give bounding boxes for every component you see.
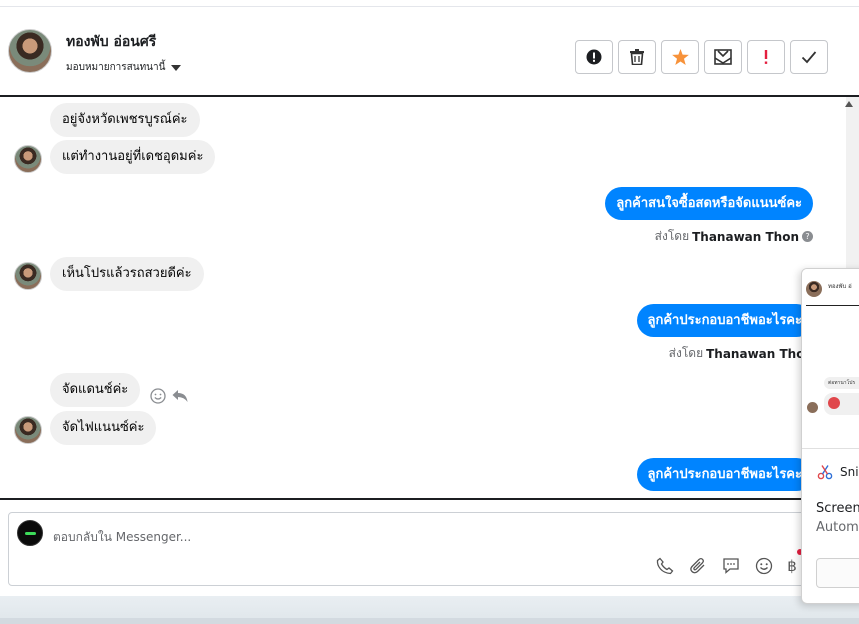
- message-bubble-outgoing[interactable]: ลูกค้าสนใจซื้อสดหรือจัดแนนซ์คะ: [605, 187, 813, 220]
- sent-by-label: ส่งโดย Thanawan Thon ?: [655, 227, 813, 246]
- message-bubble-incoming[interactable]: จัดแดนช์ค่ะ: [50, 373, 141, 407]
- mail-icon: [714, 49, 732, 65]
- mark-spam-button[interactable]: [575, 40, 613, 74]
- composer-actions: ฿: [654, 555, 798, 577]
- reply-composer[interactable]: ตอบกลับใน Messenger... ฿: [8, 512, 818, 586]
- scissors-icon: [817, 465, 833, 480]
- message-actions: [150, 388, 188, 404]
- missed-call-icon: [828, 397, 840, 409]
- message-bubble-incoming[interactable]: แต่ทำงานอยู่ที่เดชอุดมค่ะ: [50, 140, 216, 174]
- emoji-icon[interactable]: [753, 555, 775, 577]
- help-icon[interactable]: ?: [802, 231, 813, 242]
- sender-avatar: [14, 416, 42, 444]
- snip-title: Screens: [816, 501, 859, 516]
- move-to-done-mail-button[interactable]: [704, 40, 742, 74]
- sent-by-label: ส่งโดย Thanawan Thon: [669, 344, 813, 363]
- snip-subtitle: Autom: [816, 520, 859, 535]
- reply-icon[interactable]: [172, 389, 188, 403]
- info-icon: [586, 49, 602, 65]
- star-icon: [671, 49, 689, 65]
- sender-avatar: [14, 262, 42, 290]
- exclamation-icon: [764, 50, 768, 64]
- phone-icon[interactable]: [654, 555, 676, 577]
- message-bubble-outgoing[interactable]: ลูกค้าประกอบอาชีพอะไรคะ: [636, 458, 813, 491]
- thumbnail-divider: [806, 305, 859, 306]
- contact-name[interactable]: ทองพับ อ่อนศรี: [66, 31, 156, 53]
- message-bubble-incoming[interactable]: เห็นโปรแล้วรถสวยดีค่ะ: [50, 257, 204, 291]
- screenshot-thumbnail[interactable]: ทองพับ อ่ ต่อทานาโปร: [802, 269, 859, 449]
- scroll-up-arrow-icon[interactable]: [845, 101, 853, 107]
- contact-avatar[interactable]: [8, 29, 52, 73]
- page-avatar: [17, 520, 43, 546]
- messenger-inbox-window: ทองพับ อ่อนศรี มอบหมายการสนทนานี้ อยู่จั…: [0, 0, 859, 624]
- thumbnail-message: ต่อทานาโปร: [824, 377, 859, 389]
- paperclip-icon[interactable]: [687, 555, 709, 577]
- saved-reply-icon[interactable]: [720, 555, 742, 577]
- message-bubble-incoming[interactable]: จัดไฟแนนซ์ค่ะ: [50, 411, 157, 445]
- trash-icon: [630, 49, 644, 65]
- snip-app-header: Snip: [817, 464, 859, 480]
- message-thread[interactable]: อยู่จังหวัดเพชรบูรณ์ค่ะ แต่ทำงานอยู่ที่เ…: [0, 95, 859, 500]
- react-emoji-icon[interactable]: [150, 388, 166, 404]
- snip-action-button[interactable]: [816, 558, 859, 588]
- message-bubble-incoming[interactable]: อยู่จังหวัดเพชรบูรณ์ค่ะ: [50, 103, 200, 137]
- snip-app-name: Snip: [840, 465, 859, 479]
- mark-done-button[interactable]: [790, 40, 828, 74]
- conversation-header: ทองพับ อ่อนศรี มอบหมายการสนทนานี้: [0, 7, 859, 95]
- assign-label: มอบหมายการสนทนานี้: [66, 62, 166, 73]
- thumbnail-avatar: [806, 281, 822, 297]
- sent-by-prefix: ส่งโดย: [654, 229, 690, 243]
- chevron-down-icon: [171, 64, 182, 71]
- thumbnail-name: ทองพับ อ่: [828, 283, 852, 290]
- taskbar-edge-lower: [0, 618, 859, 624]
- sender-avatar: [14, 145, 42, 173]
- delete-button[interactable]: [618, 40, 656, 74]
- message-bubble-outgoing[interactable]: ลูกค้าประกอบอาชีพอะไรคะ: [636, 304, 813, 337]
- sent-by-name: Thanawan Thon: [692, 229, 799, 244]
- check-icon: [801, 51, 817, 64]
- reply-input[interactable]: ตอบกลับใน Messenger...: [53, 528, 191, 547]
- sent-by-prefix: ส่งโดย: [668, 346, 704, 360]
- baht-icon[interactable]: ฿: [786, 555, 798, 577]
- star-button[interactable]: [661, 40, 699, 74]
- assign-conversation-dropdown[interactable]: มอบหมายการสนทนานี้: [66, 60, 182, 75]
- reply-area: ตอบกลับใน Messenger... ฿: [0, 500, 859, 596]
- sent-by-name: Thanawan Thon: [706, 346, 813, 361]
- thumbnail-avatar-small: [807, 402, 818, 413]
- conversation-toolbar: [575, 40, 828, 74]
- follow-up-button[interactable]: [747, 40, 785, 74]
- snipping-tool-notification[interactable]: ทองพับ อ่ ต่อทานาโปร Snip Screens Autom: [801, 268, 859, 604]
